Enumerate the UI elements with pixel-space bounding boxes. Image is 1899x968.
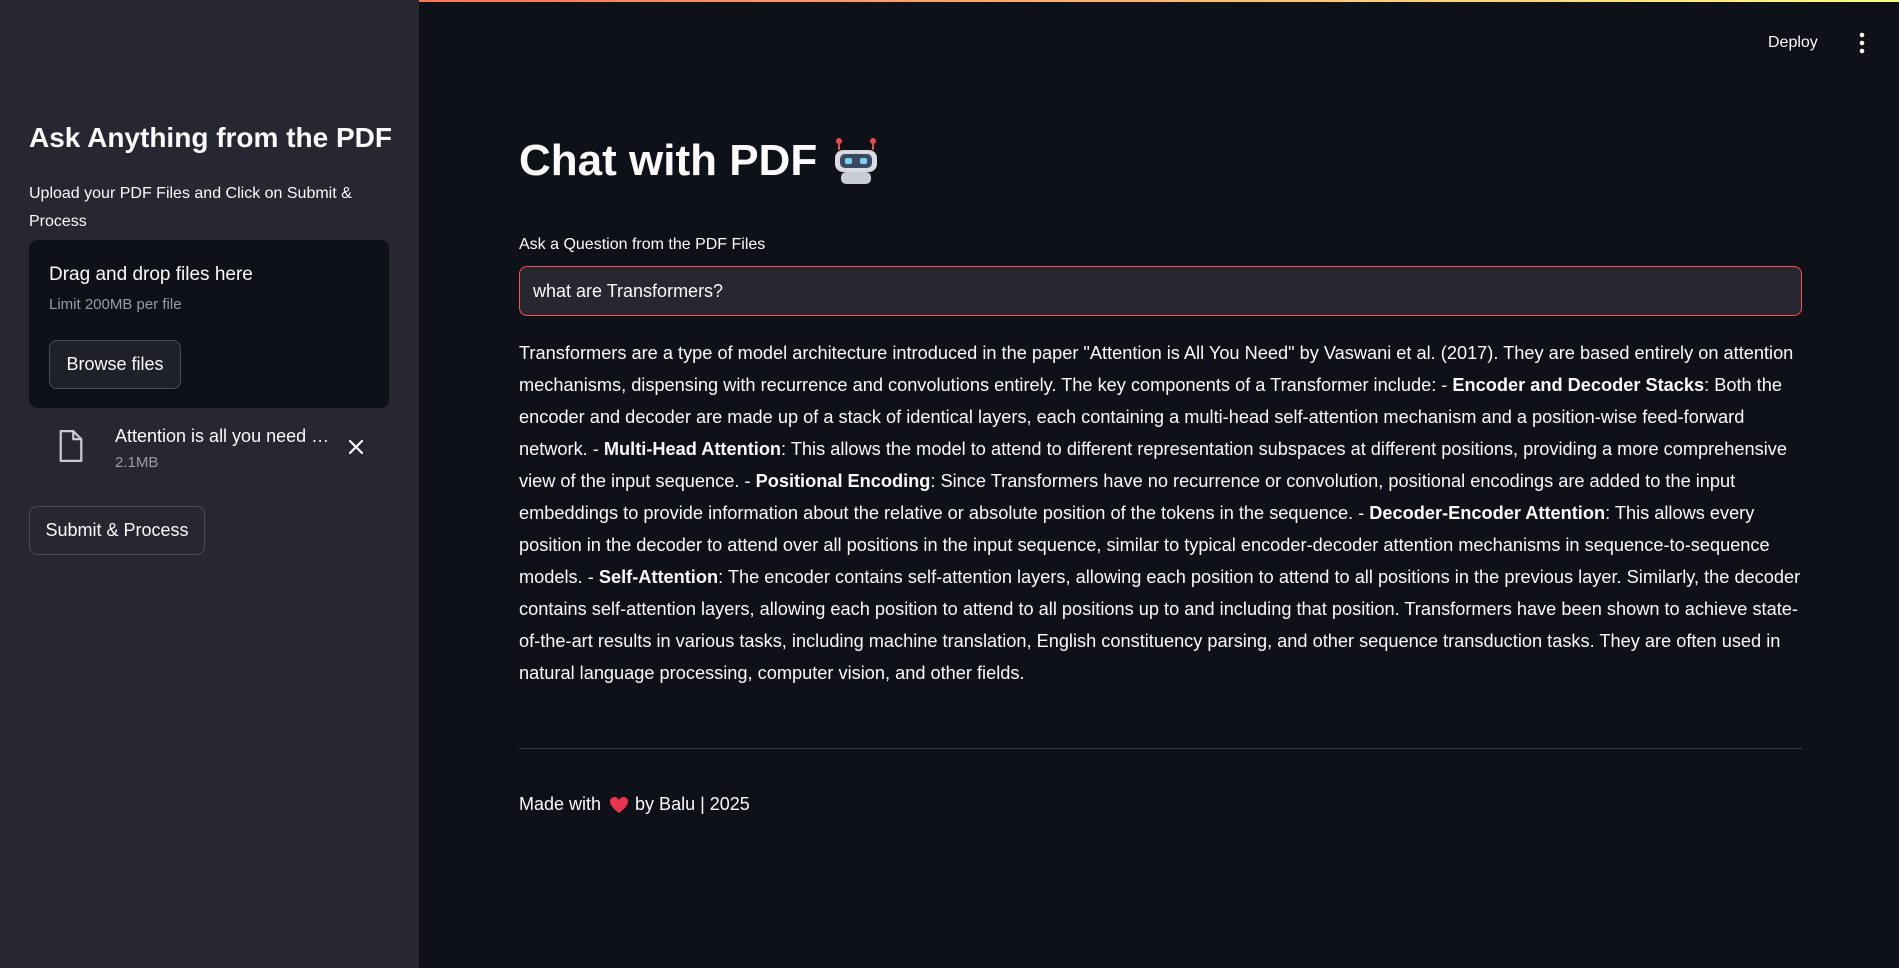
file-icon bbox=[59, 430, 83, 462]
remove-file-icon[interactable] bbox=[345, 436, 367, 458]
footer-credit: by Balu | 2025 bbox=[635, 794, 750, 814]
answer-bold-term: Encoder and Decoder Stacks bbox=[1452, 375, 1705, 395]
sidebar-subtitle: Upload your PDF Files and Click on Submi… bbox=[29, 185, 352, 230]
answer-bold-term: Decoder-Encoder Attention bbox=[1369, 503, 1606, 523]
file-size: 2.1MB bbox=[115, 454, 159, 471]
heart-icon bbox=[610, 796, 629, 813]
vertical-dots-icon[interactable] bbox=[1850, 30, 1874, 56]
page-title-text: Chat with PDF bbox=[519, 136, 818, 185]
dropzone-limit: Limit 200MB per file bbox=[49, 296, 182, 313]
sidebar: Ask Anything from the PDF Upload your PD… bbox=[0, 0, 419, 968]
answer-text: Transformers are a type of model archite… bbox=[519, 337, 1802, 689]
answer-bold-term: Multi-Head Attention bbox=[603, 439, 782, 459]
dropzone-title: Drag and drop files here bbox=[49, 264, 253, 285]
divider bbox=[519, 748, 1802, 749]
question-label: Ask a Question from the PDF Files bbox=[519, 236, 766, 253]
file-dropzone[interactable]: Drag and drop files here Limit 200MB per… bbox=[29, 240, 389, 408]
submit-process-button[interactable]: Submit & Process bbox=[29, 506, 205, 555]
page-title: Chat with PDF bbox=[519, 136, 881, 186]
deploy-button[interactable]: Deploy bbox=[1762, 30, 1824, 56]
browse-files-button[interactable]: Browse files bbox=[49, 340, 181, 389]
sidebar-title: Ask Anything from the PDF bbox=[29, 122, 392, 153]
robot-icon bbox=[835, 138, 878, 184]
file-name: Attention is all you need … bbox=[115, 426, 330, 446]
answer-bold-term: Self-Attention bbox=[598, 567, 719, 587]
footer-made-with: Made with bbox=[519, 794, 602, 814]
uploaded-file: Attention is all you need … 2.1MB bbox=[29, 420, 389, 476]
question-input[interactable] bbox=[519, 266, 1802, 316]
answer-bold-term: Positional Encoding bbox=[755, 471, 931, 491]
footer: Made with by Balu | 2025 bbox=[519, 794, 750, 815]
